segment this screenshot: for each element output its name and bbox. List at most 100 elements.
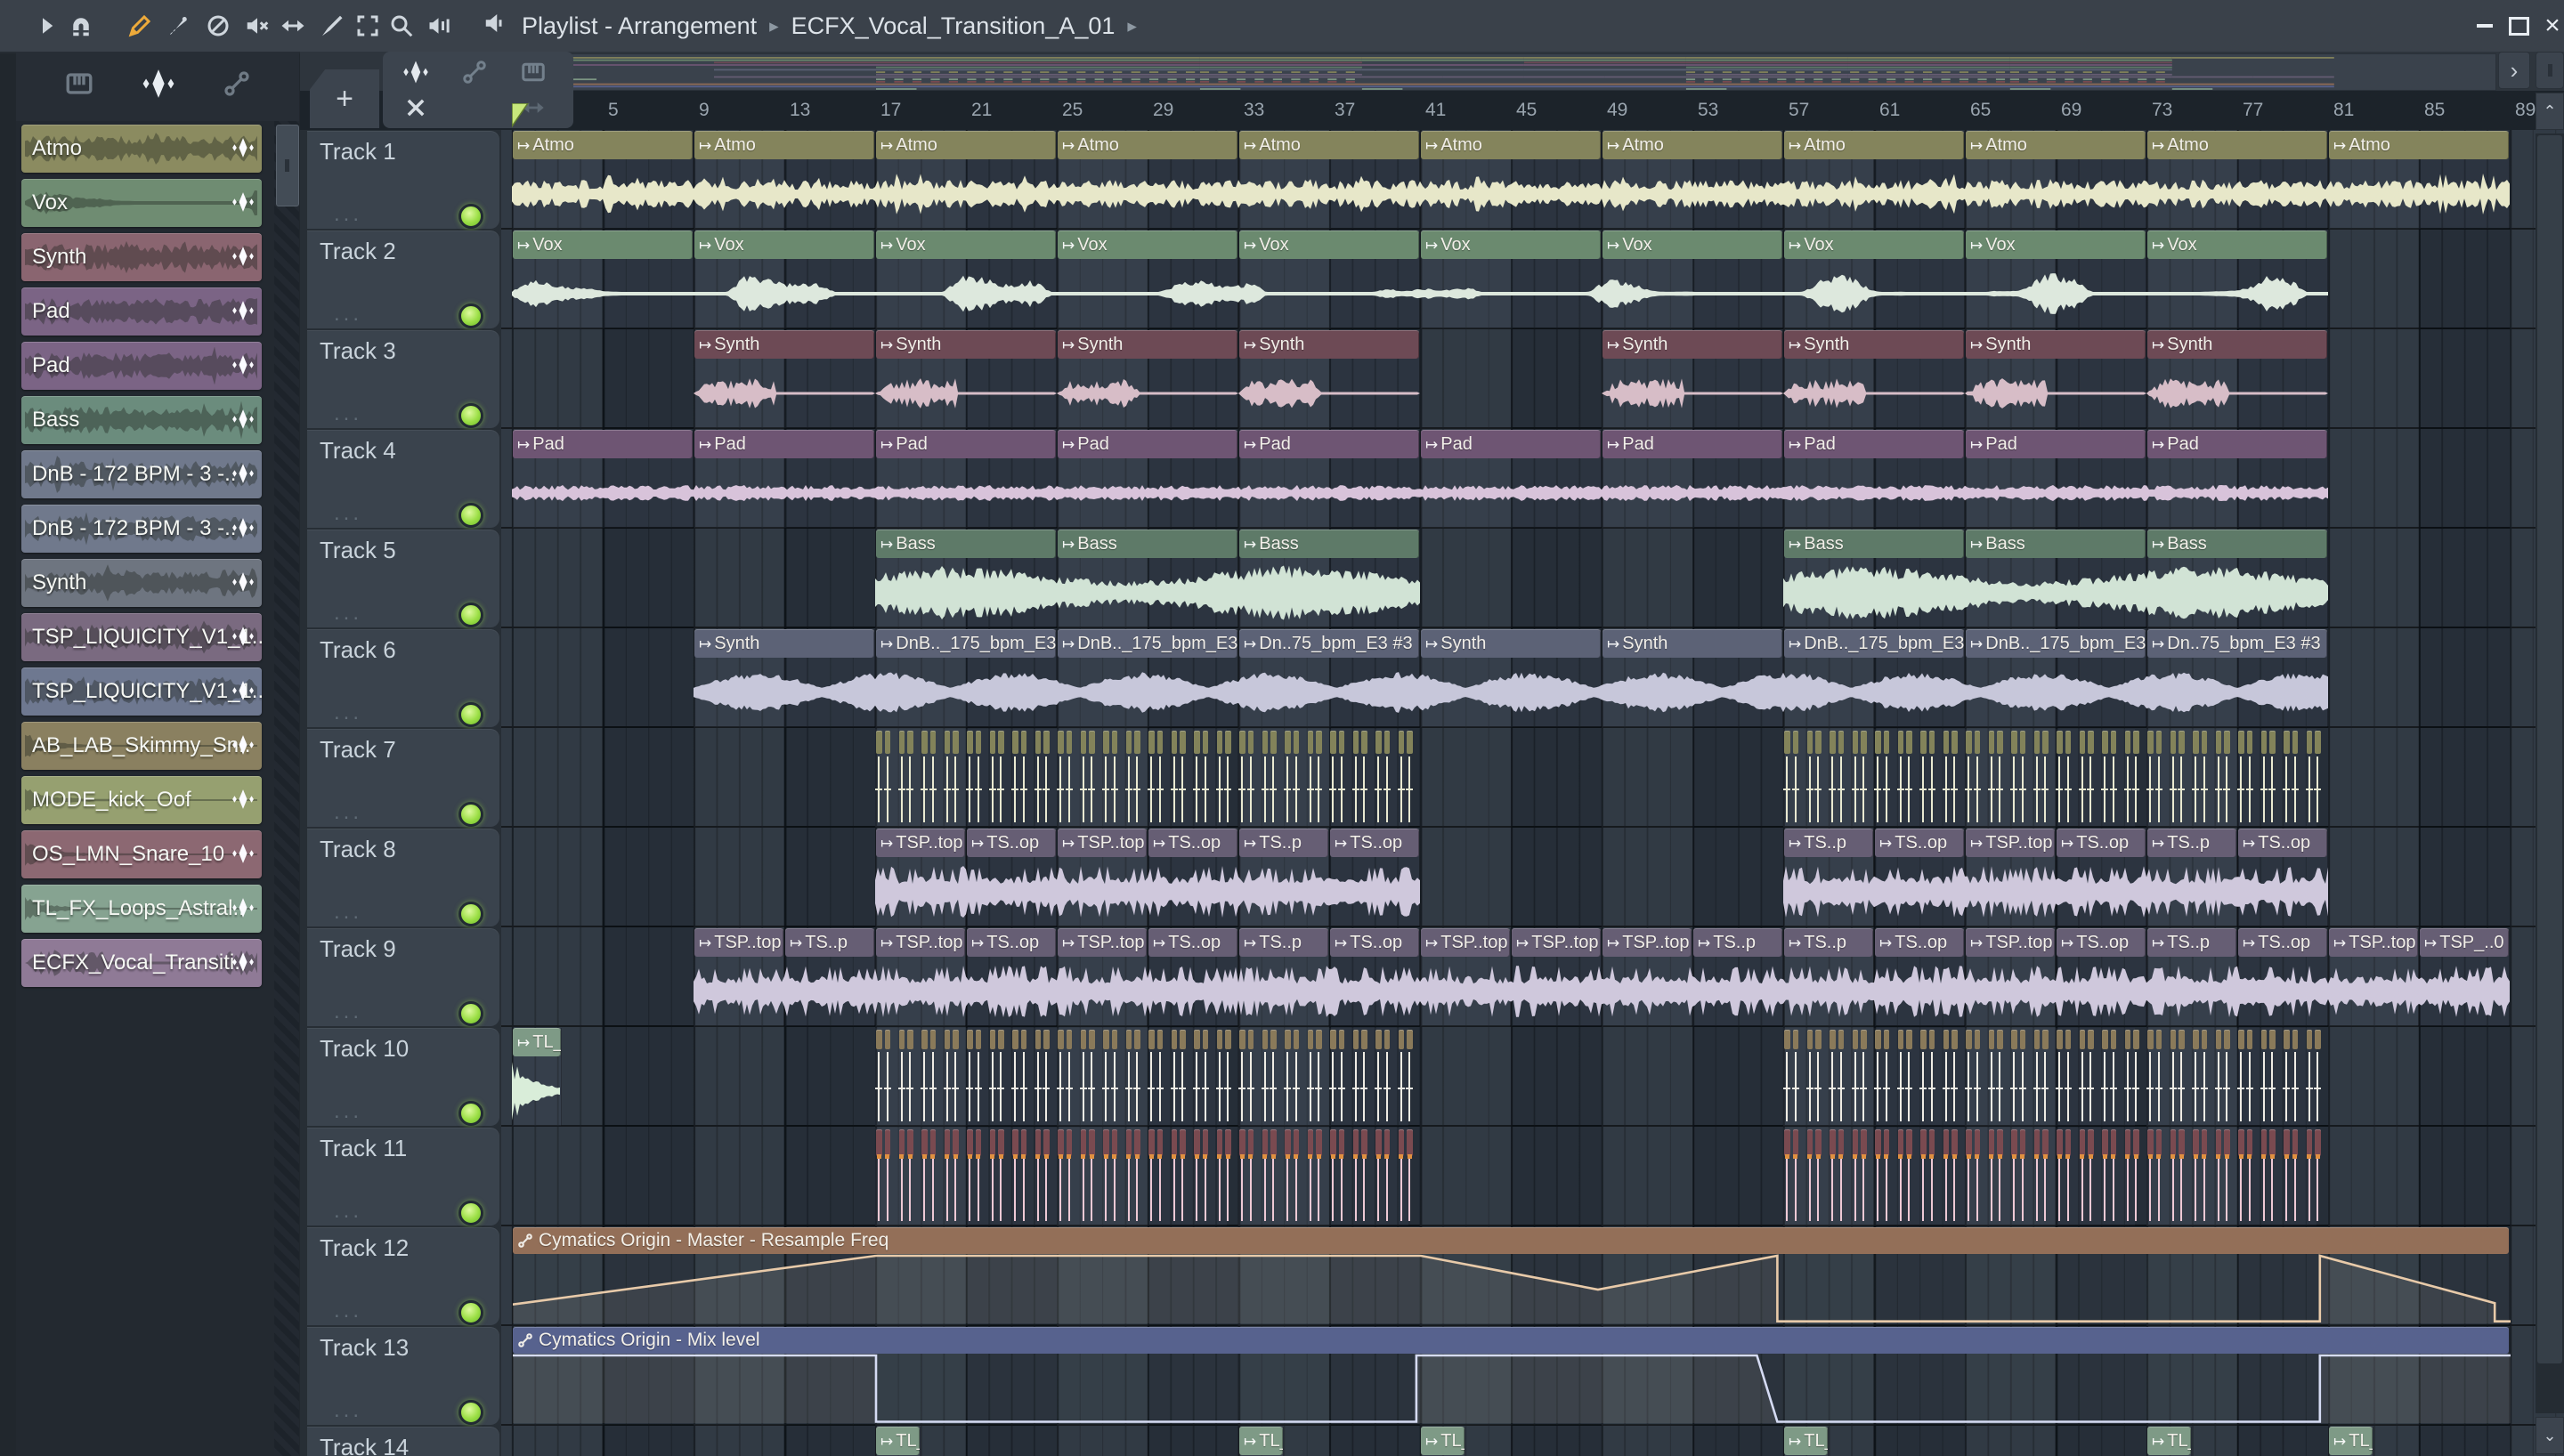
automation-clip-12[interactable]: Cymatics Origin - Master - Resample Freq — [512, 1227, 2511, 1325]
clip-bass[interactable]: ↦ Bass — [1783, 530, 1965, 627]
chop-clip[interactable] — [1951, 1129, 1958, 1156]
chop-clip[interactable] — [1407, 731, 1413, 754]
chop-clip[interactable] — [1988, 1030, 1994, 1049]
chop-clip[interactable] — [998, 731, 1004, 754]
chop-clip[interactable] — [1943, 1030, 1949, 1049]
chop-clip[interactable] — [953, 1129, 959, 1156]
chop-clip[interactable] — [2170, 1129, 2176, 1156]
scroll-up-button[interactable]: ⌃ — [2536, 93, 2564, 130]
chop-clip[interactable] — [1383, 1129, 1390, 1156]
chop-clip[interactable] — [2215, 1030, 2221, 1049]
chop-clip[interactable] — [1897, 731, 1903, 754]
scrollbar-corner-button[interactable] — [2536, 52, 2564, 89]
slice-icon[interactable] — [316, 12, 346, 40]
chop-clip[interactable] — [2315, 731, 2321, 754]
chop-clip[interactable] — [929, 731, 936, 754]
chop-clip[interactable] — [2147, 1129, 2154, 1156]
chop-clip[interactable] — [1066, 1129, 1072, 1156]
chop-clip[interactable] — [876, 1129, 882, 1156]
chop-clip[interactable] — [2170, 731, 2176, 754]
track-options-dots[interactable]: ... — [334, 1199, 362, 1224]
clip-tl-60[interactable]: ↦TL_...60 — [2328, 1427, 2373, 1456]
clip-source-tsp-liquicity-v1-1-[interactable]: TSP_LIQUICITY_V1_1.. — [21, 613, 262, 661]
chop-clip[interactable] — [1815, 1030, 1822, 1049]
chop-clip[interactable] — [2201, 1030, 2207, 1049]
clip-tl-160[interactable]: ↦TL_...160 — [875, 1427, 921, 1456]
chop-clip[interactable] — [1398, 731, 1404, 754]
chop-clip[interactable] — [1270, 731, 1277, 754]
chop-clip[interactable] — [1861, 731, 1867, 754]
chop-clip[interactable] — [1202, 1129, 1208, 1156]
chop-clip[interactable] — [2260, 731, 2267, 754]
clip-ts-op[interactable]: ↦ TS..op — [2056, 829, 2146, 926]
vertical-scrollbar-handle[interactable] — [2537, 135, 2562, 1363]
clip-ts-op[interactable]: ↦ TS..op — [1329, 928, 1420, 1026]
clip-vox[interactable]: ↦ Vox — [1965, 231, 2146, 328]
chop-clip[interactable] — [1111, 1129, 1117, 1156]
track-options-dots[interactable]: ... — [334, 700, 362, 725]
chop-clip[interactable] — [1988, 1129, 1994, 1156]
chop-clip[interactable] — [1928, 1129, 1935, 1156]
chop-clip[interactable] — [1966, 1030, 1972, 1049]
chop-clip[interactable] — [1997, 731, 2003, 754]
clip-vox[interactable]: ↦ Vox — [875, 231, 1057, 328]
clip-synth[interactable]: ↦ Synth — [1238, 330, 1420, 428]
clip-tsp-top[interactable]: ↦ TSP..top — [875, 829, 966, 926]
chop-clip[interactable] — [2179, 731, 2185, 754]
chop-clip[interactable] — [1988, 731, 1994, 754]
audio-clips-icon[interactable] — [395, 55, 436, 89]
chop-clip[interactable] — [1330, 1129, 1336, 1156]
chop-clip[interactable] — [2201, 1129, 2207, 1156]
chop-clip[interactable] — [1148, 731, 1155, 754]
chop-clip[interactable] — [2193, 1030, 2199, 1049]
chop-clip[interactable] — [1103, 1030, 1109, 1049]
clip-source-bass[interactable]: Bass — [21, 396, 262, 444]
chop-clip[interactable] — [1202, 731, 1208, 754]
chop-clip[interactable] — [998, 1129, 1004, 1156]
chop-clip[interactable] — [1830, 1030, 1836, 1049]
chop-clip[interactable] — [1330, 731, 1336, 754]
track-options-dots[interactable]: ... — [334, 999, 362, 1024]
clip-tl-160[interactable]: ↦TL_...160 — [1783, 1427, 1829, 1456]
chop-clip[interactable] — [1338, 731, 1344, 754]
chop-clip[interactable] — [1156, 731, 1163, 754]
chop-clip[interactable] — [2170, 1030, 2176, 1049]
chop-clip[interactable] — [1784, 1129, 1790, 1156]
clip-atmo[interactable]: ↦ Atmo — [1783, 131, 1965, 229]
chop-clip[interactable] — [2033, 1030, 2040, 1049]
chop-clip[interactable] — [2224, 1030, 2230, 1049]
track-header-13[interactable]: Track 13... — [307, 1327, 499, 1425]
chop-clip[interactable] — [2133, 1129, 2139, 1156]
clip-ts-op[interactable]: ↦ TS..op — [1874, 829, 1965, 926]
chop-clip[interactable] — [2102, 731, 2108, 754]
chop-clip[interactable] — [1906, 731, 1912, 754]
chop-clip[interactable] — [907, 1030, 913, 1049]
clip-source-ab-lab-skimmy-sn-[interactable]: AB_LAB_Skimmy_Sn.. — [21, 722, 262, 770]
track-header-10[interactable]: Track 10... — [307, 1028, 499, 1126]
chop-clip[interactable] — [1216, 731, 1222, 754]
chop-clip[interactable] — [1216, 1030, 1222, 1049]
chop-clip[interactable] — [1338, 1030, 1344, 1049]
chop-clip[interactable] — [1080, 1129, 1086, 1156]
track-header-5[interactable]: Track 5... — [307, 530, 499, 627]
clip-synth[interactable]: ↦ Synth — [1965, 330, 2146, 428]
clip-bass[interactable]: ↦ Bass — [1238, 530, 1420, 627]
chop-clip[interactable] — [2033, 731, 2040, 754]
preview-icon[interactable] — [426, 12, 456, 40]
chop-clip[interactable] — [1830, 1129, 1836, 1156]
chop-clip[interactable] — [1043, 1129, 1050, 1156]
chop-clip[interactable] — [1148, 1129, 1155, 1156]
chop-clip[interactable] — [1852, 1030, 1858, 1049]
clip-ts-p[interactable]: ↦ TS..p — [2146, 928, 2237, 1026]
chop-clip[interactable] — [2260, 1129, 2267, 1156]
chop-clip[interactable] — [1020, 1129, 1026, 1156]
scroll-right-button[interactable]: › — [2498, 52, 2530, 89]
chop-clip[interactable] — [1089, 1129, 1095, 1156]
track-options-dots[interactable]: ... — [334, 202, 362, 227]
chop-clip[interactable] — [898, 1030, 905, 1049]
chop-clip[interactable] — [1058, 731, 1064, 754]
chop-clip[interactable] — [2124, 1129, 2130, 1156]
mute-icon[interactable] — [242, 12, 272, 40]
clip-atmo[interactable]: ↦ Atmo — [1420, 131, 1602, 229]
automation-clips-icon[interactable] — [454, 55, 495, 89]
